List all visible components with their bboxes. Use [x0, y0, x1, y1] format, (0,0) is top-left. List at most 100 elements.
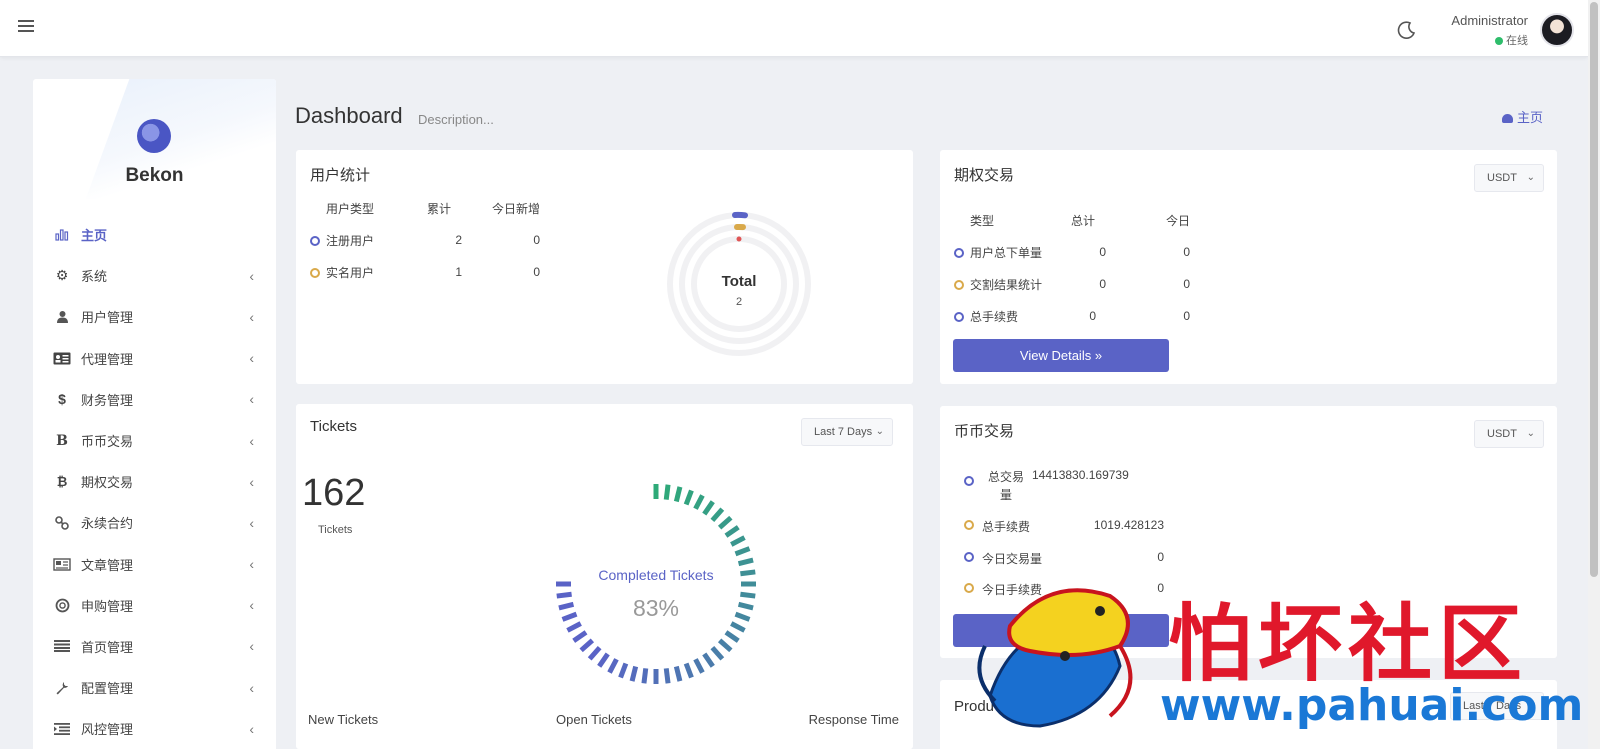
- tickets-range-value: Last 7 Days: [814, 426, 873, 438]
- gauge-tick: [641, 668, 649, 684]
- options-trade-title: 期权交易: [954, 167, 1015, 184]
- row-total: 0: [1089, 309, 1096, 323]
- gauge-tick: [693, 494, 705, 510]
- completed-tickets-gauge: Completed Tickets 83%: [556, 484, 756, 684]
- footer-open-tickets: Open Tickets: [556, 712, 632, 727]
- online-dot-icon: [1495, 37, 1503, 46]
- user-stats-table: 用户类型 累计 今日新增 注册用户 2 0 实名用户 1 0: [310, 192, 540, 288]
- list-item: 今日交易量 0: [964, 548, 1164, 568]
- table-row: 实名用户 1 0: [310, 256, 540, 288]
- sidebar-item-homepage[interactable]: 首页管理 ‹: [33, 626, 276, 667]
- brand-logo: [137, 119, 171, 153]
- chevron-left-icon: ‹: [249, 597, 254, 614]
- gauge-tick: [683, 662, 694, 679]
- sidebar-item-home[interactable]: 主页: [33, 214, 276, 255]
- menu-toggle-icon[interactable]: [18, 18, 34, 34]
- gauge-tick: [702, 652, 715, 668]
- options-view-details-button[interactable]: View Details »: [953, 339, 1169, 372]
- gauge-label: Completed Tickets: [598, 567, 713, 583]
- gauge-tick: [730, 535, 746, 547]
- sidebar-item-risk[interactable]: 风控管理 ‹: [33, 708, 276, 749]
- sidebar-item-finance[interactable]: $ 财务管理 ‹: [33, 379, 276, 420]
- radial-bar-third: [736, 236, 742, 242]
- legend-ring-icon: [310, 236, 320, 247]
- chevron-left-icon: ‹: [249, 350, 254, 367]
- tickets-count: 162: [302, 472, 366, 514]
- breadcrumb[interactable]: 主页: [1502, 107, 1543, 126]
- gauge-tick: [673, 486, 683, 503]
- table-row: 注册用户 2 0: [310, 224, 540, 256]
- row-label: 今日交易量: [982, 552, 1043, 566]
- sidebar-item-articles[interactable]: 文章管理 ‹: [33, 544, 276, 585]
- sidebar-item-config[interactable]: 配置管理 ‹: [33, 667, 276, 708]
- gauge-tick: [663, 668, 671, 684]
- gauge-tick: [734, 546, 751, 557]
- gauge-value: 83%: [633, 595, 679, 621]
- spot-currency-select[interactable]: USDT ⌄: [1474, 420, 1544, 448]
- sidebar-item-users[interactable]: 用户管理 ‹: [33, 296, 276, 337]
- gear-icon: ⚙: [55, 267, 69, 284]
- chevron-left-icon: ‹: [249, 391, 254, 408]
- gauge-tick: [587, 645, 602, 661]
- gauge-tick: [737, 601, 754, 611]
- sidebar-item-label: 系统: [81, 269, 108, 285]
- row-value: 0: [1157, 581, 1164, 595]
- chevron-down-icon: ⌄: [875, 426, 884, 437]
- sidebar-item-system[interactable]: ⚙ 系统 ‹: [33, 255, 276, 296]
- gauge-tick: [607, 658, 619, 674]
- tickets-range-select[interactable]: Last 7 Days ⌄: [801, 418, 893, 446]
- sidebar-item-agents[interactable]: 代理管理 ‹: [33, 338, 276, 379]
- user-status-text: 在线: [1506, 35, 1528, 47]
- page-title: Dashboard: [295, 103, 403, 128]
- dark-mode-moon-icon[interactable]: [1397, 20, 1417, 40]
- sidebar-item-spot-trade[interactable]: B 币币交易 ‹: [33, 420, 276, 461]
- legend-ring-icon: [964, 520, 974, 530]
- row-today: 0: [1183, 245, 1190, 259]
- spot-trade-title: 币币交易: [954, 423, 1015, 440]
- bitcoin-icon: ₿: [56, 474, 68, 490]
- table-header-row: 类型 总计 今日: [954, 204, 1190, 236]
- table-cell-label: 用户总下单量: [954, 236, 1054, 268]
- user-name[interactable]: Administrator: [1451, 13, 1528, 28]
- table-cell-label: 注册用户: [310, 224, 410, 256]
- user-icon: [53, 309, 71, 325]
- options-currency-value: USDT: [1487, 172, 1517, 184]
- table-header-total: 总计: [1070, 213, 1095, 228]
- avatar[interactable]: [1540, 13, 1574, 47]
- page-description: Description...: [418, 112, 494, 127]
- row-today: 0: [1183, 277, 1190, 291]
- sidebar-item-perpetual[interactable]: 永续合约 ‹: [33, 502, 276, 543]
- gauge-tick: [683, 489, 694, 506]
- table-header-type: 用户类型: [326, 201, 375, 216]
- sidebar-item-label: 首页管理: [81, 639, 134, 655]
- row-today: 0: [533, 233, 540, 247]
- scrollbar-thumb[interactable]: [1590, 2, 1598, 577]
- dollar-icon: $: [58, 391, 66, 408]
- row-label: 总手续费: [970, 309, 1019, 324]
- row-total: 0: [1099, 245, 1106, 259]
- gauge-ticks: [556, 484, 756, 684]
- sidebar-item-subscription[interactable]: 申购管理 ‹: [33, 585, 276, 626]
- sidebar-item-options-trade[interactable]: ₿ 期权交易 ‹: [33, 461, 276, 502]
- page-scrollbar[interactable]: [1588, 0, 1600, 749]
- tickets-count-label: Tickets: [318, 524, 353, 536]
- options-trade-card: 期权交易 USDT ⌄ 类型 总计 今日 用户总下单量 0 0 交割结果统计 0…: [940, 150, 1557, 384]
- options-currency-select[interactable]: USDT ⌄: [1474, 164, 1544, 192]
- gauge-tick: [597, 652, 610, 668]
- row-label: 实名用户: [326, 265, 375, 280]
- gauge-tick: [740, 591, 756, 599]
- gauge-tick: [724, 630, 740, 643]
- table-cell-label: 实名用户: [310, 256, 410, 288]
- top-navbar: Administrator 在线: [0, 0, 1588, 57]
- sidebar-item-label: 申购管理: [81, 598, 134, 614]
- chevron-down-icon: ⌄: [1526, 172, 1535, 183]
- chevron-left-icon: ‹: [249, 638, 254, 655]
- watermark-koi-logo: [977, 588, 1133, 728]
- gauge-tick: [618, 662, 629, 679]
- sidebar-item-label: 风控管理: [81, 722, 134, 738]
- table-header-total: 累计: [426, 201, 451, 216]
- dashboard-icon: [1502, 114, 1513, 124]
- legend-ring-icon: [954, 248, 964, 259]
- sidebar-item-label: 永续合约: [81, 516, 134, 532]
- table-row: 用户总下单量 0 0: [954, 236, 1190, 268]
